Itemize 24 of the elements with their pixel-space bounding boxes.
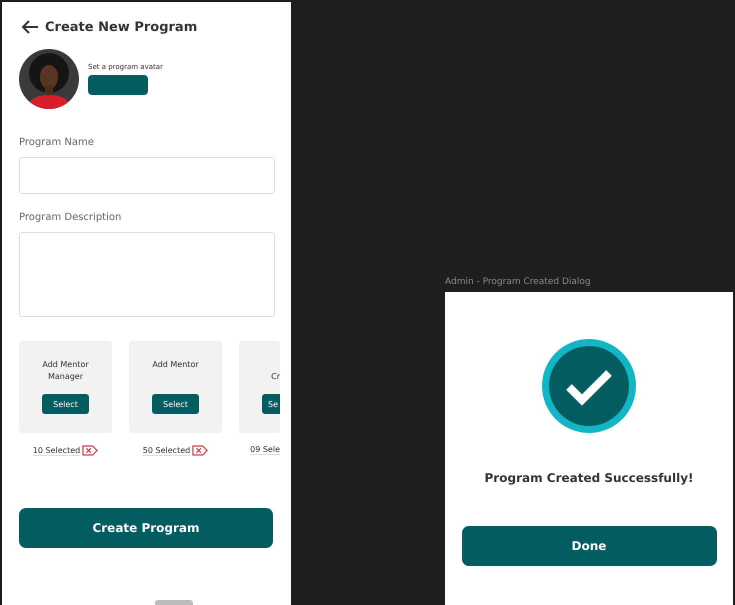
- scroll-handle[interactable]: [155, 600, 193, 605]
- text-area[interactable]: [19, 232, 275, 317]
- selected-count: 10 Selected: [32, 446, 80, 456]
- done-button[interactable]: Done: [462, 526, 716, 566]
- success-message: Program Created Successfully!: [484, 471, 694, 485]
- card-title: Cr: [271, 371, 280, 383]
- screen-title: Create New Program: [45, 20, 198, 34]
- field-label: Program Name: [19, 137, 95, 148]
- create-program-button[interactable]: Create Program: [19, 508, 273, 548]
- select-button[interactable]: Select: [42, 394, 89, 414]
- frame-label: Admin - Program Created Dialog: [445, 277, 592, 289]
- selected-count: 50 Selected: [142, 446, 190, 456]
- card-title: Add Mentor: [151, 359, 200, 371]
- selected-count: 09 Sele: [250, 445, 280, 455]
- input-field[interactable]: [19, 157, 275, 194]
- upload-button[interactable]: [88, 75, 148, 95]
- clear-tag-icon[interactable]: [192, 445, 208, 456]
- field-label: Program Description: [19, 212, 122, 223]
- back-arrow-icon[interactable]: [21, 20, 39, 34]
- success-check-icon: [541, 338, 637, 434]
- clear-tag-icon[interactable]: [82, 445, 98, 456]
- card-title: Add Mentor Manager: [41, 359, 90, 383]
- select-button[interactable]: Select: [152, 394, 199, 414]
- select-button[interactable]: Se: [262, 394, 280, 414]
